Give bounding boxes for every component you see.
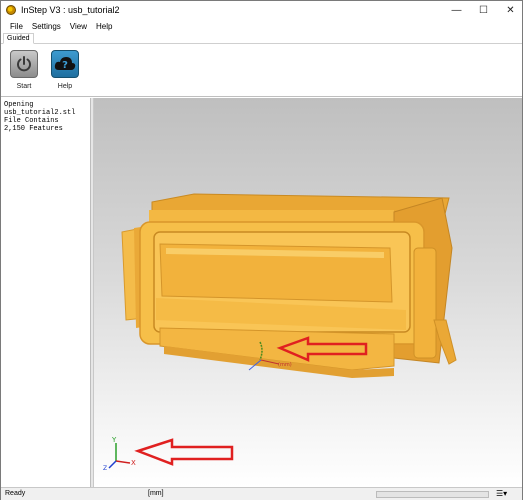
3d-viewport[interactable]: (mm) Y X Z [94, 98, 522, 487]
help-button[interactable]: ? Help [48, 50, 82, 96]
start-button-label: Start [16, 83, 32, 90]
close-button[interactable]: ✕ [497, 1, 523, 20]
axis-x-label: X [131, 459, 136, 467]
axis-z-label: Z [103, 465, 107, 472]
log-line: usb_tutorial2.stl [4, 109, 76, 117]
menu-help[interactable]: Help [96, 22, 112, 31]
svg-text:?: ? [62, 60, 68, 71]
ribbon-tab-strip: Guided [1, 33, 522, 44]
units-indicator: [mm] [148, 490, 164, 497]
cloud-question-icon: ? [51, 50, 79, 78]
status-text: Ready [5, 490, 26, 497]
small-axis-label: (mm) [278, 362, 292, 368]
progress-bar [376, 491, 489, 498]
model-render: (mm) Y X Z [103, 193, 457, 472]
minimize-button[interactable]: — [443, 1, 470, 20]
power-icon [10, 50, 38, 78]
start-button[interactable]: Start [7, 50, 41, 96]
menu-bar: File Settings View Help [1, 20, 522, 33]
annotation-arrow-axis [134, 438, 234, 466]
menu-settings[interactable]: Settings [32, 22, 61, 31]
usb-connector-model [121, 193, 457, 378]
ribbon: Start ? Help [1, 44, 522, 97]
status-bar: Ready [mm] ☰▾ [1, 487, 522, 500]
window-title: InStep V3 : usb_tutorial2 [21, 5, 120, 15]
tab-guided[interactable]: Guided [3, 33, 34, 44]
log-line: File Contains [4, 117, 59, 125]
output-log-panel[interactable]: Opening usb_tutorial2.stl File Contains … [1, 98, 91, 487]
menu-file[interactable]: File [10, 22, 23, 31]
axis-y-label: Y [111, 436, 117, 444]
log-line: Opening [4, 101, 34, 109]
status-menu-icon[interactable]: ☰▾ [496, 489, 507, 498]
app-window: InStep V3 : usb_tutorial2 — ☐ ✕ File Set… [0, 0, 523, 500]
axis-triad: Y X Z [103, 436, 136, 472]
title-bar: InStep V3 : usb_tutorial2 — ☐ ✕ [1, 1, 522, 20]
help-button-label: Help [57, 83, 73, 90]
maximize-button[interactable]: ☐ [470, 1, 497, 20]
app-logo-icon [6, 5, 16, 15]
log-line: 2,150 Features [4, 125, 63, 133]
menu-view[interactable]: View [70, 22, 87, 31]
